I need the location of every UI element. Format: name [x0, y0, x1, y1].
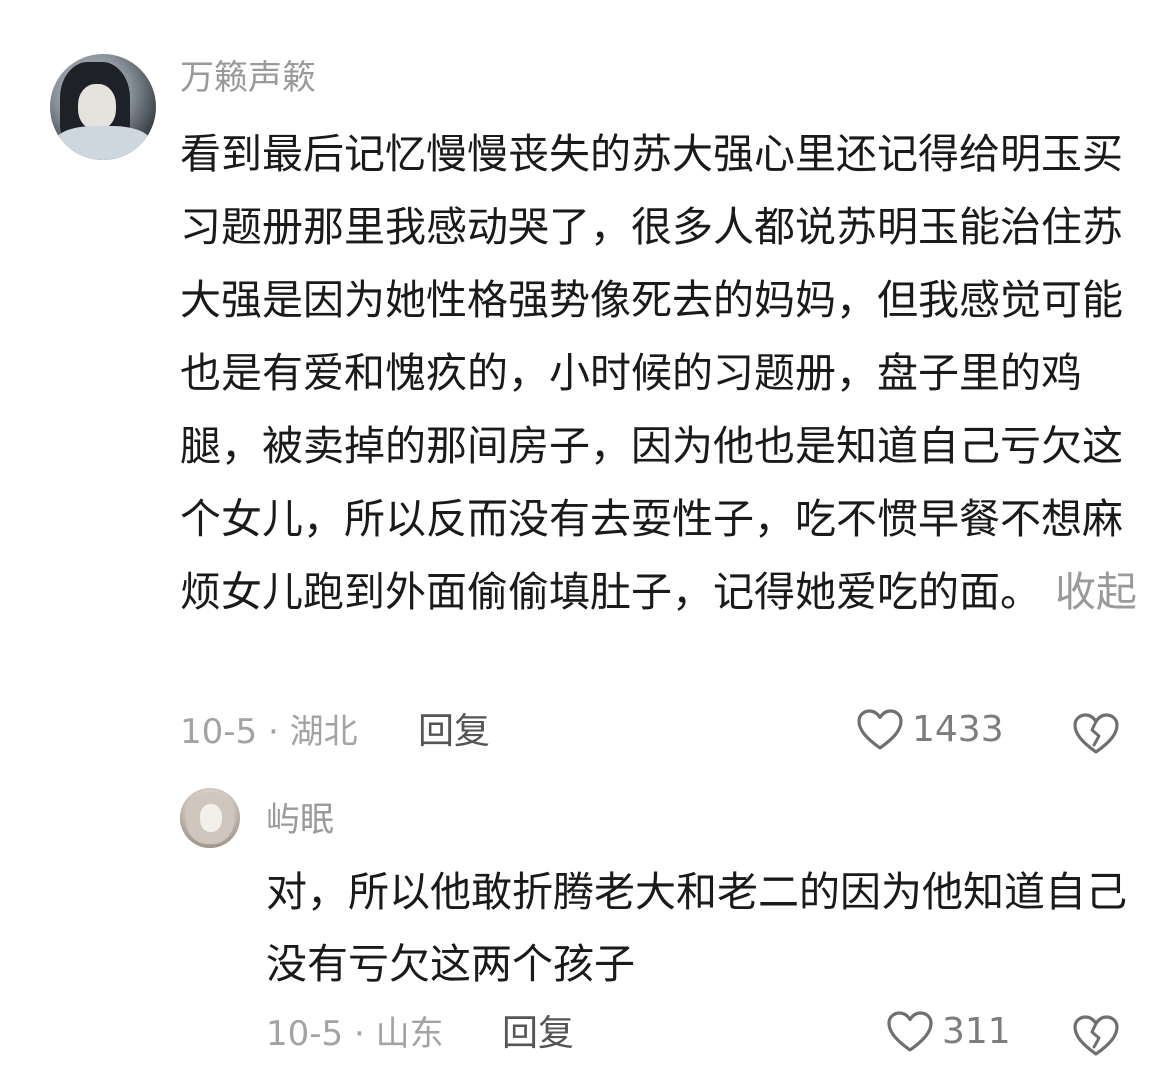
like-count: 1433	[912, 709, 1004, 750]
avatar-face	[200, 804, 222, 832]
avatar[interactable]	[50, 54, 156, 160]
like-button[interactable]: 1433	[856, 708, 1004, 752]
reply-like-button[interactable]: 311	[886, 1010, 1011, 1054]
reply-reply-button[interactable]: 回复	[502, 1012, 574, 1056]
comment-body: 看到最后记忆慢慢丧失的苏大强心里还记得给明玉买习题册那里我感动哭了，很多人都说苏…	[180, 130, 1123, 616]
heart-outline-icon	[887, 1011, 933, 1052]
like-count: 311	[942, 1011, 1011, 1052]
dislike-button[interactable]	[1072, 712, 1120, 756]
reply-date-location: 10-5 · 山东	[266, 1014, 444, 1054]
reply-avatar[interactable]	[180, 788, 240, 848]
collapse-link[interactable]: 收起	[1055, 568, 1137, 616]
avatar-face	[78, 84, 116, 130]
reply-text[interactable]: 对，所以他敢折腾老大和老二的因为他知道自己没有亏欠这两个孩子	[266, 856, 1136, 1000]
heart-outline-icon	[857, 709, 903, 750]
broken-heart-icon	[1073, 713, 1119, 754]
reply-dislike-button[interactable]	[1072, 1014, 1120, 1058]
avatar-arm	[55, 126, 151, 160]
comment-date-location: 10-5 · 湖北	[180, 712, 358, 752]
broken-heart-icon	[1073, 1015, 1119, 1056]
comment-username[interactable]: 万籁声簌	[180, 56, 316, 100]
comment-text[interactable]: 看到最后记忆慢慢丧失的苏大强心里还记得给明玉买习题册那里我感动哭了，很多人都说苏…	[180, 118, 1140, 629]
reply-button[interactable]: 回复	[418, 710, 490, 754]
reply-username[interactable]: 屿眠	[266, 798, 334, 842]
